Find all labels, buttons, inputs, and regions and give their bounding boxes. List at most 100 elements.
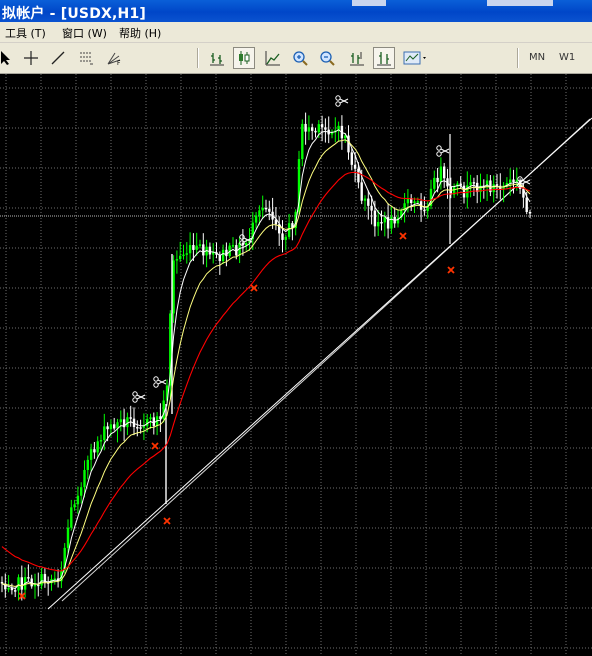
candle-bull: [33, 584, 37, 587]
candle-bear: [208, 246, 212, 255]
candle-bear: [353, 164, 357, 169]
candle-bull: [119, 419, 122, 423]
candle-bull: [363, 198, 367, 201]
trendline: [61, 118, 591, 602]
candle-bear: [360, 182, 363, 201]
crosshair-icon[interactable]: [20, 47, 42, 69]
candle-bear: [106, 426, 109, 430]
titlebar-glare: [352, 0, 386, 6]
candle-bull: [73, 504, 76, 508]
candle-bear: [37, 584, 40, 587]
titlebar-glare: [487, 0, 553, 6]
candle-bull: [76, 495, 80, 505]
candle-bull: [182, 254, 185, 257]
candle-bear: [367, 198, 370, 206]
candle-bear: [462, 185, 466, 198]
scissors-icon: [436, 145, 450, 157]
chart-shift-icon[interactable]: [346, 47, 368, 69]
autoscroll-icon[interactable]: [373, 47, 395, 69]
candle-bear: [320, 124, 324, 128]
candle-bear: [472, 182, 476, 184]
candle-bear: [136, 427, 139, 429]
candle-bear: [202, 244, 205, 256]
fractal-low-marker: [250, 284, 258, 292]
candle-bear: [281, 233, 284, 240]
candle-bear: [113, 424, 116, 429]
menu-tools[interactable]: 工具 (T): [5, 25, 46, 41]
moving-average-slow: [1, 171, 531, 572]
candle-bull: [509, 179, 512, 183]
svg-text:F: F: [117, 60, 121, 66]
candle-bull: [413, 201, 416, 203]
candle-bull: [179, 255, 182, 260]
line-chart-icon[interactable]: [262, 47, 284, 69]
candle-bull: [377, 222, 380, 227]
templates-icon[interactable]: [401, 47, 431, 69]
candle-bull: [261, 207, 264, 211]
candle-bear: [268, 208, 271, 212]
candle-bear: [512, 179, 515, 183]
menu-window[interactable]: 窗口 (W): [62, 25, 107, 41]
fibonacci-icon[interactable]: [75, 47, 97, 69]
scissors-icon: [335, 95, 349, 107]
candle-bull: [66, 527, 70, 548]
candle-bear: [528, 211, 532, 214]
candle-bull: [83, 469, 86, 488]
timeframe-mn-button[interactable]: MN: [529, 52, 545, 63]
candle-bear: [314, 130, 317, 133]
candle-bear: [20, 577, 23, 590]
candle-bull: [142, 426, 146, 428]
cursor-icon[interactable]: [0, 47, 16, 69]
candle-bear: [357, 168, 360, 183]
zoom-in-icon[interactable]: [289, 47, 311, 69]
fractal-low-marker: [163, 517, 171, 525]
candle-bear: [436, 177, 439, 183]
candle-bull: [109, 424, 113, 430]
candlestick-icon[interactable]: [233, 47, 255, 69]
candle-bull: [188, 245, 192, 254]
candle-bull: [103, 426, 106, 441]
fibonacci-fan-icon[interactable]: F: [103, 47, 125, 69]
scissors-icon: [153, 376, 167, 388]
window-titlebar: 拟帐户 - [USDX,H1]: [0, 0, 592, 22]
candle-bear: [304, 123, 307, 132]
bar-chart-icon[interactable]: [206, 47, 228, 69]
candle-bull: [40, 574, 43, 586]
candle-bull: [70, 507, 73, 528]
candle-bear: [373, 210, 377, 227]
candle-bull: [80, 487, 83, 496]
candle-bear: [93, 449, 96, 453]
candle-bear: [139, 427, 142, 429]
toolbar-separator: [197, 48, 199, 68]
fractal-low-marker: [399, 232, 407, 240]
candle-bull: [469, 182, 472, 186]
menu-help[interactable]: 帮助 (H): [119, 25, 161, 41]
toolbar: F MN W1: [0, 43, 592, 74]
candle-bull: [221, 249, 225, 262]
chart-canvas[interactable]: [0, 74, 592, 656]
candle-bull: [254, 215, 258, 223]
candle-bear: [525, 197, 528, 212]
toolbar-separator: [517, 48, 519, 68]
candle-bull: [172, 260, 175, 314]
fractal-low-marker: [447, 266, 455, 274]
moving-average-fast: [1, 129, 531, 590]
zoom-out-icon[interactable]: [316, 47, 338, 69]
candle-bull: [416, 201, 419, 203]
fractal-low-marker: [151, 442, 159, 450]
candle-bull: [185, 253, 188, 255]
candle-bull: [175, 259, 179, 261]
menu-bar: 工具 (T) 窗口 (W) 帮助 (H): [0, 22, 592, 43]
timeframe-w1-button[interactable]: W1: [559, 52, 575, 63]
candle-bear: [10, 588, 14, 591]
candle-bear: [264, 207, 268, 210]
candle-bull: [231, 245, 235, 247]
trendline-icon[interactable]: [47, 47, 69, 69]
candle-bull: [198, 244, 202, 246]
candle-bull: [7, 588, 10, 590]
candle-bear: [27, 577, 30, 579]
candle-bull: [195, 245, 198, 250]
candle-bull: [86, 459, 89, 470]
price-chart[interactable]: [0, 74, 592, 656]
candle-bull: [89, 449, 93, 460]
